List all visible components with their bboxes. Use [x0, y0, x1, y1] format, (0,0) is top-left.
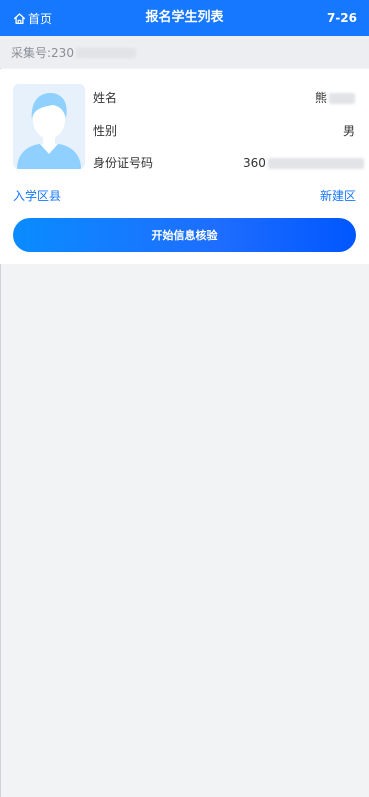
header-date: 7-26	[326, 11, 357, 25]
redacted-name	[329, 92, 355, 104]
student-avatar-icon	[13, 84, 85, 169]
gender-label: 性别	[93, 124, 118, 138]
collection-number-label: 采集号:	[11, 45, 52, 60]
id-number-row: 身份证号码 360	[93, 153, 364, 173]
page-title: 报名学生列表	[145, 10, 224, 25]
district-value: 新建区	[319, 189, 356, 203]
collection-number: 采集号:230	[11, 44, 136, 61]
collection-number-value: 230	[51, 45, 74, 60]
name-row: 姓名 熊	[93, 88, 355, 108]
district-label: 入学区县	[13, 189, 62, 203]
student-card[interactable]: 姓名 熊 性别 男 身份证号码 360 入学区县 新建区 开始信息核验	[0, 69, 369, 264]
gender-value: 男	[342, 124, 355, 138]
id-number-value-wrap: 360	[243, 153, 364, 173]
id-number-label: 身份证号码	[93, 156, 154, 170]
student-avatar	[13, 84, 85, 169]
redacted-collection-number	[75, 48, 136, 58]
name-value: 熊	[314, 91, 327, 105]
name-value-wrap: 熊	[315, 88, 355, 108]
collection-number-bar: 采集号:230	[0, 36, 369, 68]
top-header: 首页 报名学生列表 7-26	[0, 0, 369, 36]
redacted-id-number	[267, 157, 364, 169]
gender-row: 性别 男	[93, 121, 355, 141]
id-number-value: 360	[243, 156, 266, 170]
start-verification-button[interactable]: 开始信息核验	[13, 218, 356, 252]
name-label: 姓名	[93, 91, 118, 105]
